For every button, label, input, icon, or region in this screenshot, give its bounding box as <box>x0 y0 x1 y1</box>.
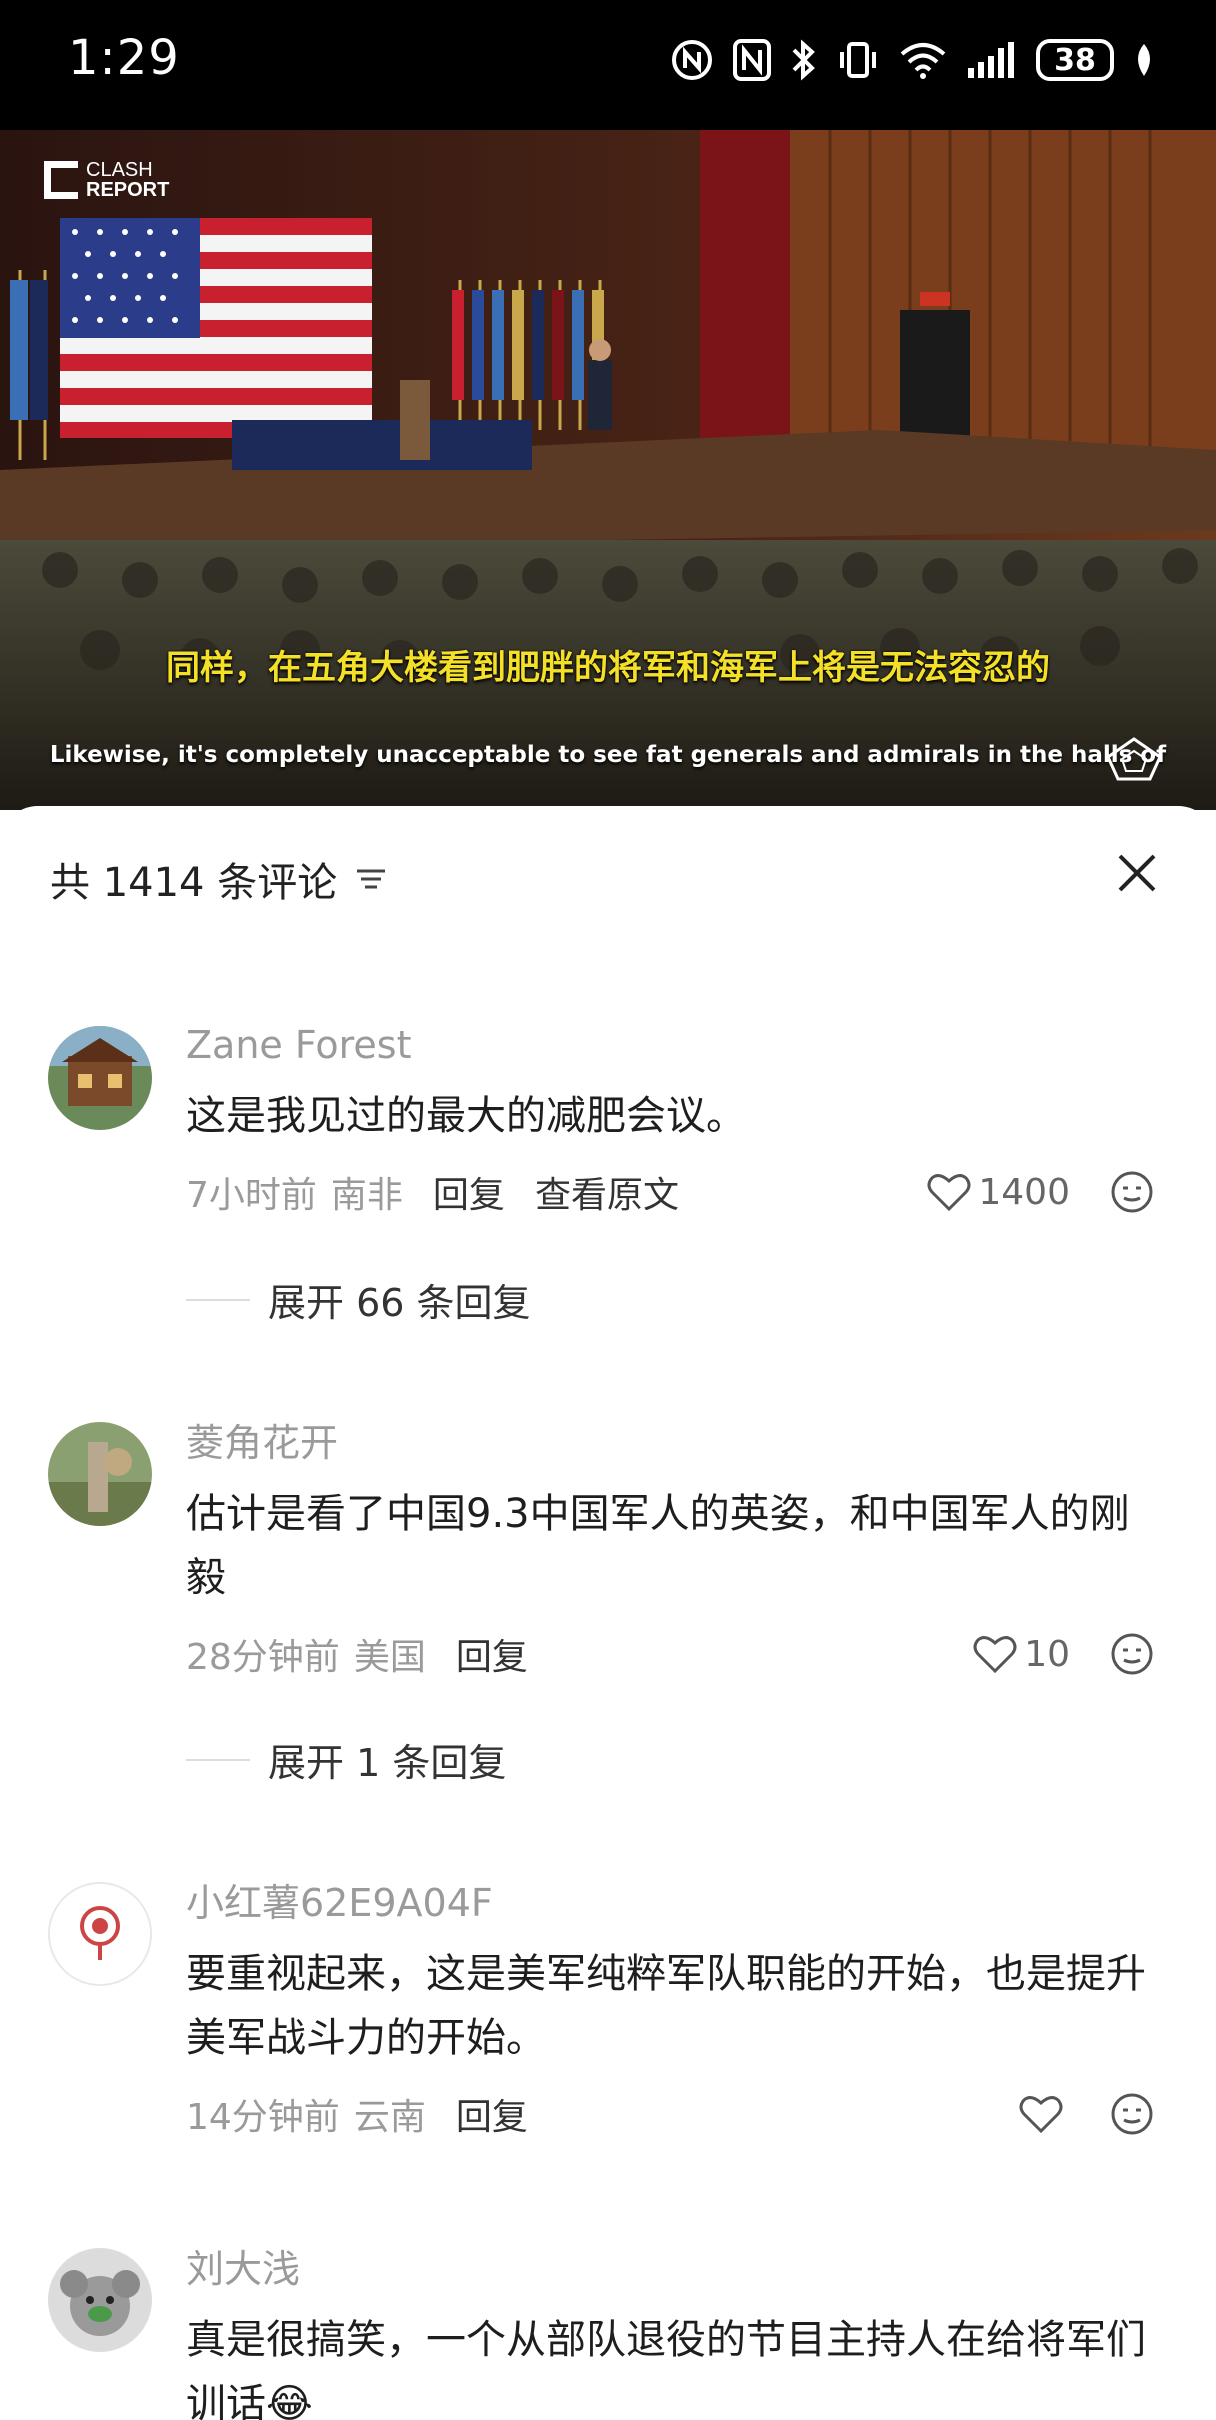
comment-text: 估计是看了中国9.3中国军人的英姿，和中国军人的刚毅 <box>186 1491 1130 1601</box>
logo-line1: CLASH <box>86 159 153 181</box>
channel-logo: CLASH REPORT <box>44 160 169 200</box>
vibrate-icon <box>840 42 876 78</box>
signal-icon <box>968 42 1014 78</box>
like-count: 10 <box>1024 1633 1070 1675</box>
comment-time: 14分钟前 <box>186 2097 340 2138</box>
expand-replies-label: 展开 66 条回复 <box>268 1281 531 1325</box>
comment-text: 要重视起来，这是美军纯粹军队职能的开始，也是提升美军战斗力的开始。 <box>186 1951 1146 2061</box>
status-time: 1:29 <box>68 30 180 86</box>
comment-meta: 28分钟前 美国 回复 10 <box>186 1624 1166 1684</box>
battery-level: 38 <box>1036 39 1114 81</box>
emoji-reaction-icon[interactable] <box>1108 1630 1156 1678</box>
comment-username[interactable]: 小红薯62E9A04F <box>186 1878 1166 1928</box>
comment-location: 美国 <box>353 1637 426 1678</box>
like-button[interactable] <box>1018 2084 1070 2144</box>
emoji-reaction-icon[interactable] <box>1108 1168 1156 1216</box>
like-count: 1400 <box>978 1171 1070 1213</box>
logo-line2: REPORT <box>86 179 170 201</box>
wifi-icon <box>900 43 946 79</box>
avatar[interactable] <box>48 1026 152 1130</box>
avatar[interactable] <box>48 2248 152 2352</box>
expand-divider <box>186 1758 250 1761</box>
subtitle-english: Likewise, it's completely unacceptable t… <box>49 742 1167 768</box>
comments-count-title: 共 1414 条评论 <box>50 860 338 906</box>
heart-icon <box>927 1174 971 1212</box>
comments-header: 共 1414 条评论 <box>50 850 391 908</box>
bluetooth-icon <box>792 39 815 81</box>
comment-location: 云南 <box>353 2097 426 2138</box>
expand-replies-label: 展开 1 条回复 <box>268 1741 507 1785</box>
comment-username[interactable]: Zane Forest <box>186 1020 1166 1070</box>
heart-icon <box>1019 2096 1063 2134</box>
video-frame <box>0 130 1216 810</box>
comment-time: 7小时前 <box>186 1175 317 1216</box>
comment-username[interactable]: 菱角花开 <box>186 1418 1166 1468</box>
nfc-lock-icon <box>672 40 712 80</box>
reply-button[interactable]: 回复 <box>433 1166 505 1218</box>
comment-text: 这是我见过的最大的减肥会议。 <box>186 1093 746 1139</box>
close-icon[interactable] <box>1112 848 1162 898</box>
subtitle-chinese: 同样，在五角大楼看到肥胖的将军和海军上将是无法容忍的 <box>166 648 1050 688</box>
expand-replies-button[interactable]: 展开 1 条回复 <box>186 1732 506 1787</box>
logo-mark-icon <box>44 161 78 199</box>
status-bar: 1:29 38 <box>0 0 1216 130</box>
pentagon-seal-icon <box>1106 737 1162 781</box>
battery-icon: 38 <box>1036 39 1114 81</box>
reply-button[interactable]: 回复 <box>456 1628 528 1680</box>
like-button[interactable]: 1400 <box>926 1162 1070 1222</box>
comment-text: 真是很搞笑，一个从部队退役的节目主持人在给将军们训话😂 <box>186 2317 1146 2420</box>
avatar[interactable] <box>48 1882 152 1986</box>
heart-icon <box>973 1636 1017 1674</box>
like-button[interactable]: 10 <box>972 1624 1070 1684</box>
avatar[interactable] <box>48 1422 152 1526</box>
comments-sheet: 共 1414 条评论 Zane Forest 这是我见过的最大的减肥会议。 7小… <box>0 806 1216 2420</box>
reply-button[interactable]: 回复 <box>456 2088 528 2140</box>
view-original-button[interactable]: 查看原文 <box>535 1166 679 1218</box>
expand-replies-button[interactable]: 展开 66 条回复 <box>186 1272 531 1327</box>
leaf-icon <box>1138 44 1150 76</box>
expand-divider <box>186 1298 250 1301</box>
comment-meta: 14分钟前 云南 回复 <box>186 2084 1166 2144</box>
video-player[interactable]: CLASH REPORT 同样，在五角大楼看到肥胖的将军和海军上将是无法容忍的 … <box>0 130 1216 810</box>
comment-username[interactable]: 刘大浅 <box>186 2244 1166 2294</box>
emoji-reaction-icon[interactable] <box>1108 2090 1156 2138</box>
comment-time: 28分钟前 <box>186 1637 340 1678</box>
status-icons: 38 <box>670 34 1156 86</box>
nfc-icon <box>733 39 771 81</box>
comment-location: 南非 <box>330 1175 403 1216</box>
sort-filter-icon[interactable] <box>351 859 391 899</box>
comment-meta: 7小时前 南非 回复 查看原文 1400 <box>186 1162 1166 1222</box>
